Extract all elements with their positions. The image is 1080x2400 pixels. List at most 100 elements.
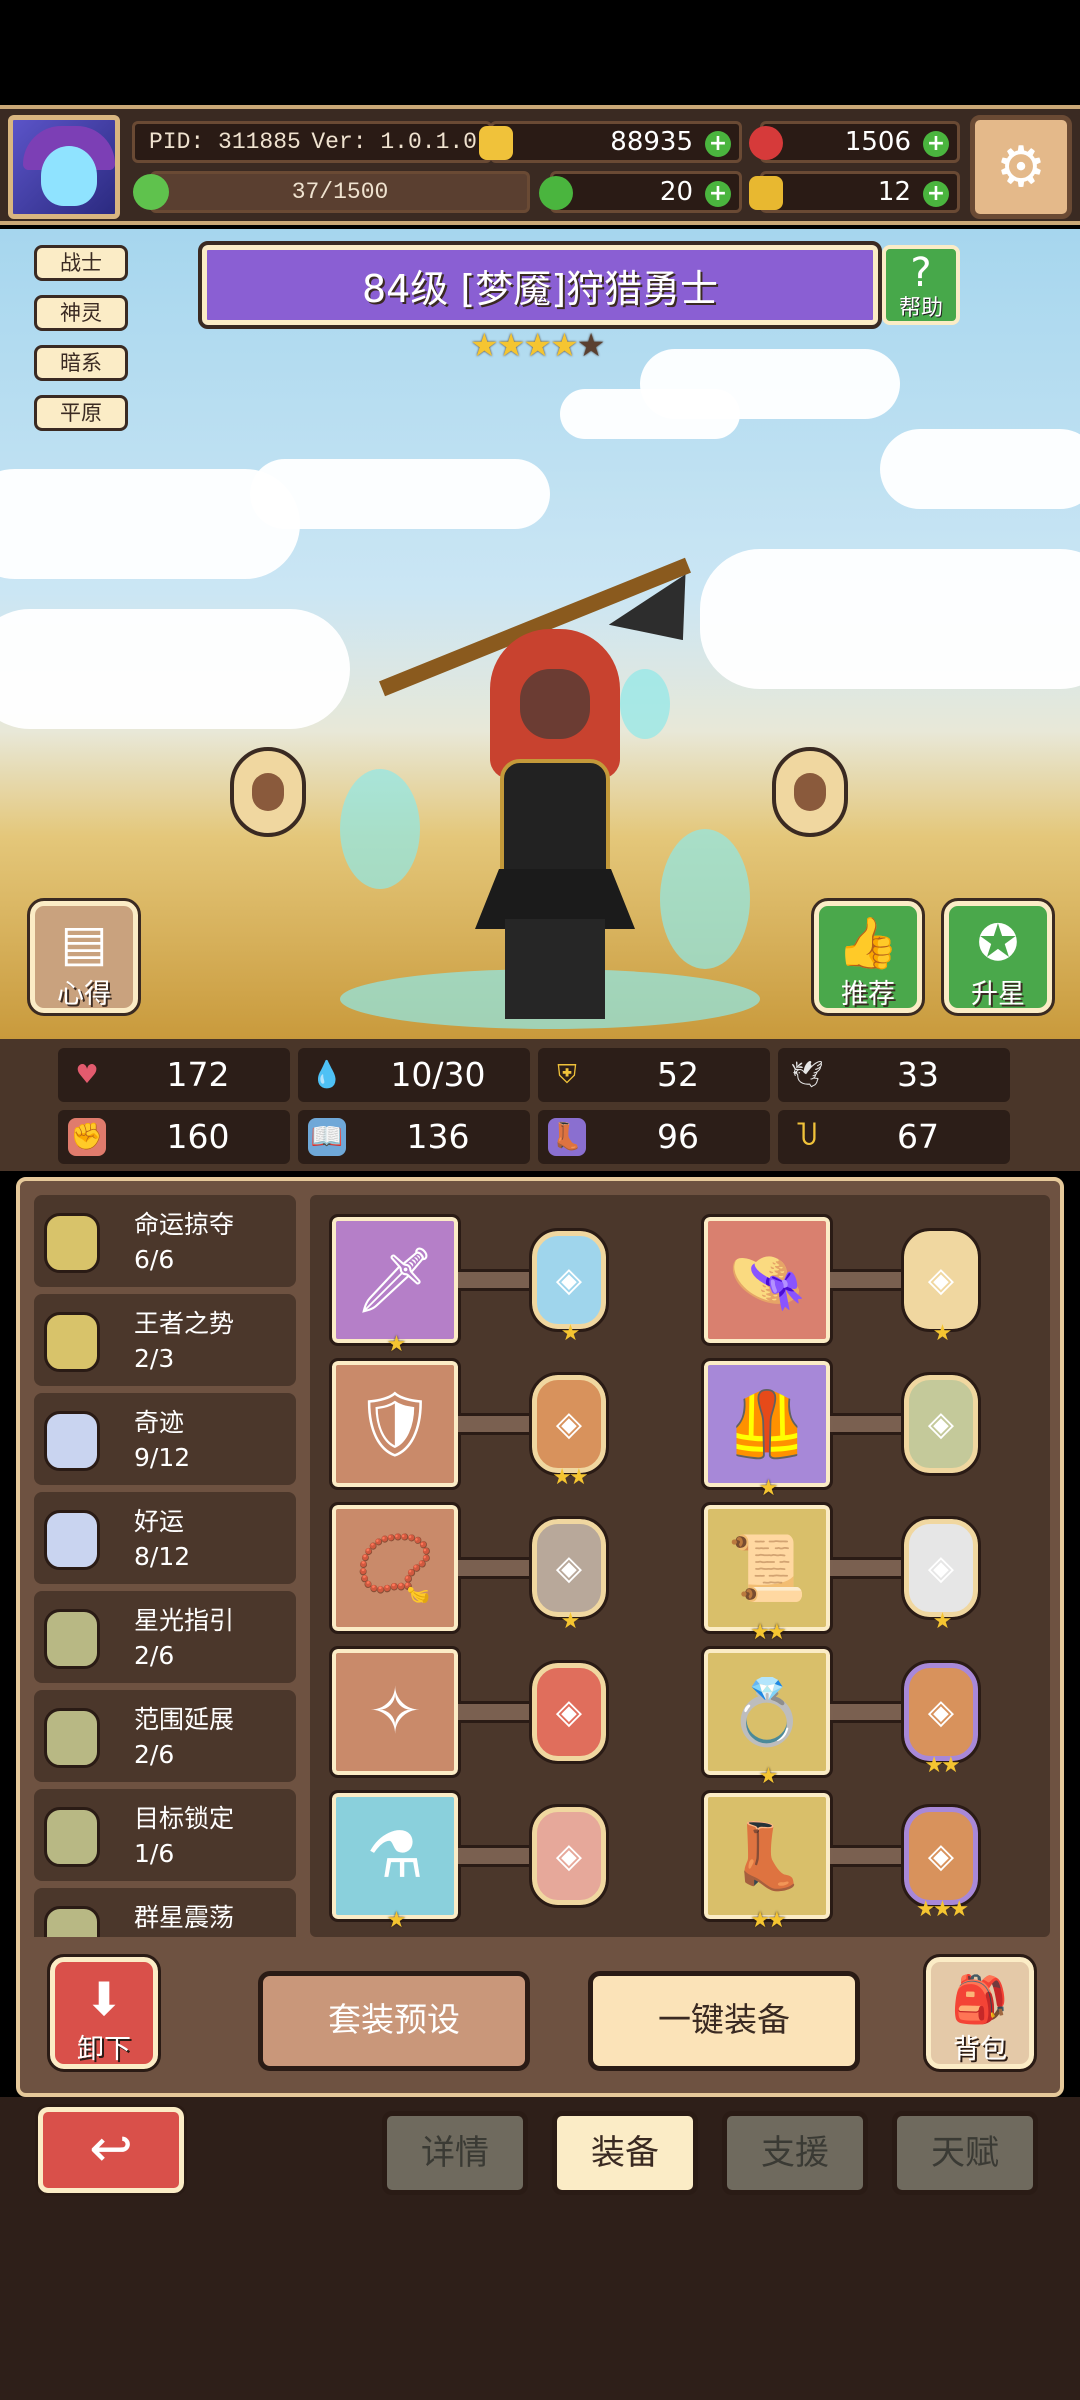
set-preset-button[interactable]: 套装预设 xyxy=(258,1971,530,2071)
stat-attack: ✊ 160 xyxy=(58,1110,290,1164)
set-item[interactable]: 星光指引 2/6 xyxy=(34,1591,296,1683)
add-clover-button[interactable]: + xyxy=(705,181,731,207)
gem-value: 1506 xyxy=(844,127,911,157)
set-emblem-icon xyxy=(44,1411,100,1471)
tab-equipment[interactable]: 装备 xyxy=(552,2111,698,2195)
set-item[interactable]: 好运 8/12 xyxy=(34,1492,296,1584)
helmet-slot[interactable]: 👒 xyxy=(701,1214,833,1346)
stat-mana: 💧 10/30 xyxy=(298,1048,530,1102)
gold-value: 88935 xyxy=(610,127,693,157)
horseshoe-icon: Ⴎ xyxy=(796,1122,818,1152)
weapon-slot[interactable]: 🗡 ★ xyxy=(329,1214,461,1357)
set-progress: 2/6 xyxy=(134,1641,175,1670)
gem-counter: 1506 + xyxy=(749,121,960,163)
set-item[interactable]: 目标锁定 1/6 xyxy=(34,1789,296,1881)
set-item[interactable]: 范围延展 2/6 xyxy=(34,1690,296,1782)
scroll-icon: ▤ xyxy=(60,914,108,972)
hat-icon: 👒 xyxy=(727,1243,807,1318)
sword-icon: 🗡 xyxy=(354,1243,436,1318)
star-jewel-icon: ✧ xyxy=(368,1675,422,1749)
help-button[interactable]: ? 帮助 xyxy=(882,245,960,325)
red-gem-icon xyxy=(749,126,783,160)
rune-slot[interactable]: ◈ ★ xyxy=(529,1516,609,1634)
set-bonus-list[interactable]: 命运掠夺 6/6 王者之势 2/3 奇迹 9/12 好运 8/12 星光指引 2… xyxy=(34,1195,296,1937)
recommend-button[interactable]: 👍 推荐 xyxy=(811,898,925,1016)
star-up-button[interactable]: ✪ 升星 xyxy=(941,898,1055,1016)
star-up-icon: ✪ xyxy=(977,914,1019,972)
set-name: 奇迹 xyxy=(134,1408,185,1437)
set-emblem-icon xyxy=(44,1807,100,1867)
bonus-coin-left[interactable] xyxy=(230,747,306,837)
rune-slot[interactable]: ◈ ★ xyxy=(529,1228,609,1346)
hero-title-banner: 84级 [梦魇]狩猎勇士 xyxy=(198,241,882,329)
add-gem-button[interactable]: + xyxy=(923,131,949,157)
armor-slot[interactable]: 🦺 ★ xyxy=(701,1358,833,1501)
settings-button[interactable]: ⚙ xyxy=(970,115,1072,219)
set-progress: 6/6 xyxy=(134,1245,175,1274)
set-progress: 1/6 xyxy=(134,1839,175,1868)
necklace-icon: 📿 xyxy=(355,1531,435,1606)
accessory-slot[interactable]: ✧ xyxy=(329,1646,461,1778)
rune-icon: ◈ xyxy=(927,1692,955,1732)
tab-details[interactable]: 详情 xyxy=(382,2111,528,2195)
set-name: 命运掠夺 xyxy=(134,1210,235,1239)
question-icon: ? xyxy=(910,250,932,296)
stat-defense: ⛨ 52 xyxy=(538,1048,770,1102)
tab-support[interactable]: 支援 xyxy=(722,2111,868,2195)
rune-slot[interactable]: ◈ ★ xyxy=(901,1516,981,1634)
back-button[interactable]: ↩ xyxy=(35,2104,187,2196)
tag-element[interactable]: 暗系 xyxy=(34,345,128,381)
star-up-label: 升星 xyxy=(971,979,1025,1010)
add-ticket-button[interactable]: + xyxy=(923,181,949,207)
boots-slot[interactable]: 👢 ★★ xyxy=(701,1790,833,1933)
tab-talent[interactable]: 天赋 xyxy=(892,2111,1038,2195)
rune-icon: ◈ xyxy=(555,1404,583,1444)
rune-icon: ◈ xyxy=(927,1548,955,1588)
shield-icon: ⛨ xyxy=(557,1060,577,1090)
help-label: 帮助 xyxy=(898,296,943,321)
set-item[interactable]: 命运掠夺 6/6 xyxy=(34,1195,296,1287)
tab-label: 天赋 xyxy=(931,2133,999,2173)
rune-icon: ◈ xyxy=(927,1836,955,1876)
add-gold-button[interactable]: + xyxy=(705,131,731,157)
rune-slot[interactable]: ◈ ★★★ xyxy=(901,1804,981,1922)
tag-class[interactable]: 战士 xyxy=(34,245,128,281)
backpack-label: 背包 xyxy=(953,2034,1007,2065)
equip-all-button[interactable]: 一键装备 xyxy=(588,1971,860,2071)
scroll-icon: 📜 xyxy=(727,1531,807,1606)
set-item[interactable]: 群星震荡 xyxy=(34,1888,296,1937)
rune-slot[interactable]: ◈ ★★ xyxy=(529,1372,609,1490)
scroll-slot[interactable]: 📜 ★★ xyxy=(701,1502,833,1645)
shield-slot[interactable]: 🛡 xyxy=(329,1358,461,1490)
insight-button[interactable]: ▤ 心得 xyxy=(27,898,141,1016)
ring-slot[interactable]: 💍 ★ xyxy=(701,1646,833,1789)
necklace-slot[interactable]: 📿 xyxy=(329,1502,461,1634)
set-item[interactable]: 王者之势 2/3 xyxy=(34,1294,296,1386)
rune-slot[interactable]: ◈ xyxy=(529,1804,609,1908)
hero-scene: 战士 神灵 暗系 平原 84级 [梦魇]狩猎勇士 ★★★★★ ? 帮助 ▤ 心得… xyxy=(0,229,1080,1039)
rune-slot[interactable]: ◈ ★★ xyxy=(901,1660,981,1778)
set-emblem-icon xyxy=(44,1312,100,1372)
rune-slot[interactable]: ◈ xyxy=(901,1372,981,1476)
set-emblem-icon xyxy=(44,1708,100,1768)
heart-icon: ♥ xyxy=(75,1060,99,1090)
set-item[interactable]: 奇迹 9/12 xyxy=(34,1393,296,1485)
player-avatar[interactable] xyxy=(8,115,120,219)
rune-slot[interactable]: ◈ xyxy=(529,1660,609,1764)
tag-race[interactable]: 神灵 xyxy=(34,295,128,331)
bonus-coin-right[interactable] xyxy=(772,747,848,837)
boots-icon: 👢 xyxy=(727,1819,807,1894)
backpack-button[interactable]: 🎒 背包 xyxy=(923,1954,1037,2072)
set-progress: 2/6 xyxy=(134,1740,175,1769)
potion-slot[interactable]: ⚗ ★ xyxy=(329,1790,461,1933)
clover-icon xyxy=(539,176,573,210)
tag-terrain[interactable]: 平原 xyxy=(34,395,128,431)
potion-icon: ⚗ xyxy=(366,1819,424,1893)
rune-slot[interactable]: ◈ ★ xyxy=(901,1228,981,1346)
player-id-bar: PID: 311885 Ver: 1.0.1.0 xyxy=(132,121,492,163)
unequip-button[interactable]: ⬇ 卸下 xyxy=(47,1954,161,2072)
clover-counter: 20 + xyxy=(539,171,742,213)
set-progress: 8/12 xyxy=(134,1542,191,1571)
gold-counter: 88935 + xyxy=(479,121,742,163)
stamina-bar: 37/1500 xyxy=(133,171,530,213)
